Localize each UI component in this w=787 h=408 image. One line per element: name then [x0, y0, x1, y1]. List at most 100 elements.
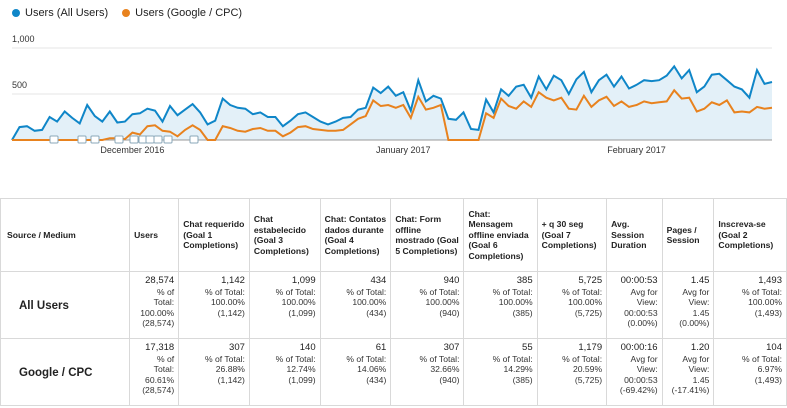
- metric-subtext: (28,574): [142, 385, 175, 395]
- table-cell: 104% of Total: 6.97% (1,493): [713, 338, 787, 406]
- table-cell: 1,142% of Total: 100.00% (1,142): [178, 271, 250, 339]
- x-tick-label: February 2017: [607, 145, 666, 155]
- metric-subtext: % of Total:: [346, 286, 387, 297]
- x-tick-label: December 2016: [100, 145, 164, 155]
- metric-subtext: 60.61%: [145, 374, 175, 385]
- metric-subtext: Avg for: [682, 353, 710, 364]
- metric-subtext: % of Total:: [275, 286, 316, 297]
- metric-subtext: 20.59%: [572, 364, 603, 374]
- metric-subtext: (5,725): [574, 374, 603, 385]
- metric-value: 1,179: [578, 342, 603, 353]
- metric-subtext: (434): [366, 374, 387, 385]
- users-line-chart[interactable]: 1,000 500 December 2016 January 2017 Februar…: [0, 0, 787, 190]
- metric-subtext: (385): [512, 307, 533, 318]
- metric-value: 00:00:16: [620, 342, 658, 353]
- metric-subtext: 6.97%: [757, 364, 782, 374]
- metric-subtext: % of Total:: [419, 353, 460, 364]
- column-header[interactable]: Avg. Session Duration: [606, 198, 663, 272]
- annotation-marker-icon[interactable]: [129, 135, 139, 144]
- metric-subtext: % of Total:: [492, 353, 533, 364]
- column-header[interactable]: Inscreva-se (Goal 2 Completions): [713, 198, 787, 272]
- column-header[interactable]: Pages / Session: [661, 198, 715, 272]
- table-cell: 434% of Total: 100.00% (434): [319, 271, 392, 339]
- metric-value: 28,574: [145, 275, 175, 286]
- metric-subtext: (1,142): [217, 374, 245, 385]
- table-cell: 28,574% of Total: 100.00% (28,574): [129, 271, 180, 339]
- metric-subtext: 00:00:53: [624, 307, 658, 318]
- metric-subtext: (-17.41%): [671, 385, 710, 395]
- table-cell: 940% of Total: 100.00% (940): [390, 271, 465, 339]
- metric-value: 00:00:53: [620, 275, 658, 286]
- annotation-marker-icon[interactable]: [145, 135, 155, 144]
- y-tick-label: 500: [12, 80, 27, 90]
- metric-value: 1,142: [221, 275, 245, 286]
- metric-subtext: View:: [688, 364, 710, 374]
- column-header[interactable]: Chat: Contatos dados durante (Goal 4 Com…: [319, 198, 392, 272]
- metric-subtext: Avg for: [630, 353, 658, 364]
- metric-value: 434: [370, 275, 387, 286]
- table-cell: 1,493% of Total: 100.00% (1,493): [713, 271, 787, 339]
- metric-subtext: (940): [439, 374, 460, 385]
- metric-subtext: (5,725): [574, 307, 603, 318]
- table-cell: 385% of Total: 100.00% (385): [463, 271, 538, 339]
- metric-value: 1.20: [690, 342, 710, 353]
- annotation-marker-icon[interactable]: [163, 135, 173, 144]
- metric-subtext: (0.00%): [627, 318, 658, 328]
- metric-subtext: % of Total:: [562, 353, 603, 364]
- metric-value: 17,318: [145, 342, 175, 353]
- metric-subtext: % of Total:: [204, 286, 245, 297]
- metric-subtext: % of Total:: [742, 353, 782, 364]
- column-header[interactable]: Chat requerido (Goal 1 Completions): [178, 198, 250, 272]
- metric-subtext: % of Total:: [492, 286, 533, 297]
- column-header[interactable]: + q 30 seg (Goal 7 Completions): [536, 198, 608, 272]
- metric-subtext: View:: [636, 364, 658, 374]
- column-header[interactable]: Chat: Form offline mostrado (Goal 5 Comp…: [390, 198, 465, 272]
- table-cell: 17,318% of Total: 60.61% (28,574): [129, 338, 180, 406]
- table-cell: 140% of Total: 12.74% (1,099): [248, 338, 321, 406]
- metric-subtext: (1,493): [754, 307, 782, 318]
- annotation-marker-icon[interactable]: [153, 135, 163, 144]
- metric-value: 307: [443, 342, 460, 353]
- metric-subtext: 100.00%: [568, 297, 603, 307]
- metric-subtext: (385): [512, 374, 533, 385]
- column-header[interactable]: Users: [129, 198, 180, 272]
- table-cell: 1,179% of Total: 20.59% (5,725): [536, 338, 608, 406]
- metric-subtext: Total:: [153, 297, 175, 307]
- metric-subtext: 32.66%: [430, 364, 460, 374]
- column-header-source-medium[interactable]: Source / Medium: [0, 198, 131, 272]
- metric-subtext: % of Total:: [562, 286, 603, 297]
- metric-subtext: % of Total:: [346, 353, 387, 364]
- column-header[interactable]: Chat estabelecido (Goal 3 Completions): [248, 198, 321, 272]
- metric-subtext: % of Total:: [419, 286, 460, 297]
- metric-value: 940: [443, 275, 460, 286]
- metric-subtext: 1.45: [692, 307, 710, 318]
- table-header-row: Source / Medium Users Chat requerido (Goal…: [0, 198, 787, 272]
- table-cell: 55% of Total: 14.29% (385): [463, 338, 538, 406]
- table-row: All Users 28,574% of Total: 100.00% (28,574)…: [0, 271, 787, 339]
- metric-subtext: (28,574): [142, 318, 175, 328]
- row-label[interactable]: All Users: [0, 271, 131, 339]
- annotation-marker-icon[interactable]: [90, 135, 100, 144]
- table-row: Google / CPC 17,318% of Total: 60.61% (28,57…: [0, 338, 787, 406]
- column-header[interactable]: Chat: Mensagem offline enviada (Goal 6 C…: [463, 198, 538, 272]
- metric-subtext: 100.00%: [498, 297, 533, 307]
- metric-value: 1.45: [690, 275, 710, 286]
- metric-subtext: (1,493): [754, 374, 782, 385]
- annotation-marker-icon[interactable]: [49, 135, 59, 144]
- metric-value: 104: [766, 342, 782, 353]
- metric-subtext: Avg for: [682, 286, 710, 297]
- metric-subtext: Avg for: [630, 286, 658, 297]
- metric-value: 140: [299, 342, 316, 353]
- annotation-marker-icon[interactable]: [77, 135, 87, 144]
- metric-subtext: 100.00%: [425, 297, 460, 307]
- metric-subtext: 100.00%: [210, 297, 245, 307]
- metric-value: 61: [375, 342, 387, 353]
- metric-subtext: % of: [157, 286, 175, 297]
- metric-subtext: 100.00%: [281, 297, 316, 307]
- annotation-marker-icon[interactable]: [114, 135, 124, 144]
- row-label[interactable]: Google / CPC: [0, 338, 131, 406]
- annotation-marker-icon[interactable]: [189, 135, 199, 144]
- metric-value: 1,493: [758, 275, 782, 286]
- metric-subtext: 12.74%: [286, 364, 316, 374]
- table-cell: 307% of Total: 26.88% (1,142): [178, 338, 250, 406]
